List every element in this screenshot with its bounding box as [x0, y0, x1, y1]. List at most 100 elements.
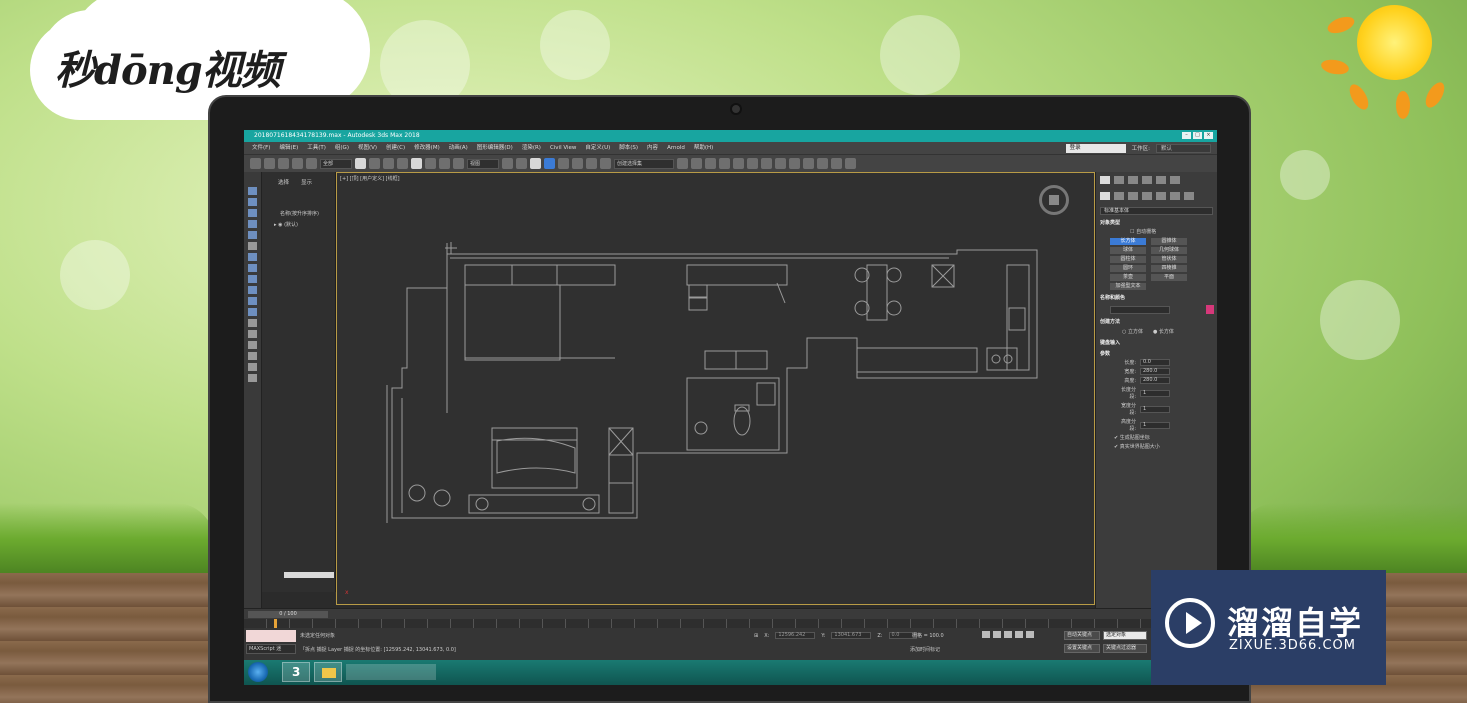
key-filters-button[interactable]: 关键点过滤器 [1103, 644, 1147, 653]
explorer-root-item[interactable]: ▸ ◉ (默认) [262, 217, 335, 228]
hierarchy-tab-icon[interactable] [1128, 176, 1138, 184]
menu-item[interactable]: Civil View [550, 142, 576, 154]
primitive-button[interactable]: 四棱锥 [1151, 265, 1187, 272]
undo-icon[interactable] [250, 158, 261, 169]
select-move-icon[interactable] [411, 158, 422, 169]
maximize-button[interactable]: □ [1193, 132, 1202, 139]
menu-item[interactable]: 编辑(E) [279, 142, 298, 154]
schematic-view-icon[interactable] [747, 158, 758, 169]
menu-item[interactable]: 帮助(H) [694, 142, 713, 154]
shapes-icon[interactable] [1114, 192, 1124, 200]
real-world-checkbox[interactable]: ✔ 真实世界贴图大小 [1114, 443, 1217, 450]
next-frame-icon[interactable] [1015, 631, 1023, 638]
filter-geometry-icon[interactable] [248, 209, 257, 217]
spinner-snap-icon[interactable] [586, 158, 597, 169]
menu-item[interactable]: 视图(V) [358, 142, 377, 154]
object-color-swatch[interactable] [1206, 305, 1214, 314]
geometry-icon[interactable] [1100, 192, 1110, 200]
link-icon[interactable] [278, 158, 289, 169]
taskbar-3dsmax[interactable] [282, 662, 310, 682]
param-spinner[interactable]: 1 [1140, 389, 1170, 397]
menu-item[interactable]: 图形编辑器(D) [477, 142, 513, 154]
auto-key-button[interactable]: 自动关键点 [1064, 631, 1100, 640]
create-tab-icon[interactable] [1100, 176, 1110, 184]
keyboard-shortcut-icon[interactable] [530, 158, 541, 169]
parameters-header[interactable]: 参数 [1100, 350, 1213, 357]
pivot-icon[interactable] [502, 158, 513, 169]
menu-item[interactable]: 自定义(U) [585, 142, 610, 154]
primitive-button[interactable]: 茶壶 [1110, 274, 1146, 281]
primitive-button[interactable]: 平面 [1151, 274, 1187, 281]
coordinate-system-dropdown[interactable]: 视图 [467, 158, 499, 169]
viewport-top[interactable]: [+] [顶] [用户定义] [线框] x [336, 172, 1095, 605]
param-spinner[interactable]: 280.0 [1140, 368, 1170, 375]
param-spinner[interactable]: 1 [1140, 405, 1170, 413]
explorer-scrollbar[interactable] [284, 572, 334, 578]
filter-frozen-icon[interactable] [248, 319, 257, 327]
a360-gallery-icon[interactable] [845, 158, 856, 169]
angle-snap-icon[interactable] [558, 158, 569, 169]
object-name-field[interactable] [1110, 305, 1170, 314]
start-button[interactable] [248, 662, 268, 682]
primitive-button[interactable]: 加强型文本 [1110, 283, 1146, 290]
display-tab-icon[interactable] [1156, 176, 1166, 184]
align-icon[interactable] [691, 158, 702, 169]
primitive-button[interactable]: 管状体 [1151, 256, 1187, 263]
filter-cameras-icon[interactable] [248, 242, 257, 250]
render-setup-icon[interactable] [775, 158, 786, 169]
cameras-icon[interactable] [1142, 192, 1152, 200]
gen-mapping-checkbox[interactable]: ✔ 生成贴图坐标 [1114, 434, 1217, 441]
menu-item[interactable]: 组(G) [335, 142, 349, 154]
primitive-button[interactable]: 圆环 [1110, 265, 1146, 272]
place-icon[interactable] [453, 158, 464, 169]
primitive-button[interactable]: 圆锥体 [1151, 238, 1187, 245]
menu-item[interactable]: 动画(A) [449, 142, 468, 154]
add-time-tag-button[interactable]: 添加时间标记 [910, 646, 940, 653]
workspace-dropdown[interactable]: 默认 [1156, 143, 1211, 153]
y-field[interactable]: 13041.673 [831, 632, 872, 639]
radio-cube[interactable]: ○ 立方体 [1122, 328, 1143, 335]
prev-frame-icon[interactable] [993, 631, 1001, 638]
minimize-button[interactable]: – [1182, 132, 1191, 139]
creation-method-header[interactable]: 创建方法 [1100, 318, 1213, 325]
display-all-icon[interactable] [248, 341, 257, 349]
layer-explorer-icon[interactable] [705, 158, 716, 169]
filter-spacewarps-icon[interactable] [248, 264, 257, 272]
snap-3d-icon[interactable] [544, 158, 555, 169]
maxscript-listener[interactable] [246, 630, 296, 642]
render-iterative-icon[interactable] [817, 158, 828, 169]
menu-item[interactable]: 修改器(M) [414, 142, 440, 154]
maxscript-mini-field[interactable]: MAXScript 迷 [246, 644, 296, 654]
menu-item[interactable]: 文件(F) [252, 142, 270, 154]
time-slider[interactable]: 0 / 100 [248, 611, 328, 618]
menu-item[interactable]: 工具(T) [307, 142, 326, 154]
param-spinner[interactable]: 0.0 [1140, 359, 1170, 366]
lock-icon[interactable]: ⊞ [754, 633, 758, 639]
radio-box[interactable]: ● 长方体 [1153, 328, 1174, 335]
explorer-column-header[interactable]: 名称(按升序排序) [262, 186, 335, 217]
select-tool-icon[interactable] [248, 187, 257, 195]
manipulate-icon[interactable] [516, 158, 527, 169]
selected-objects-dropdown[interactable]: 选定对象 [1103, 631, 1147, 640]
window-crossing-icon[interactable] [397, 158, 408, 169]
menu-item[interactable]: Arnold [667, 142, 685, 154]
filter-lights-icon[interactable] [248, 231, 257, 239]
filter-helpers-icon[interactable] [248, 253, 257, 261]
expand-icon[interactable]: ▸ ◉ [274, 222, 282, 228]
menu-item[interactable]: 创建(C) [386, 142, 405, 154]
primitive-button[interactable]: 球体 [1110, 247, 1146, 254]
render-production-icon[interactable] [803, 158, 814, 169]
primitive-button[interactable]: 几何球体 [1151, 247, 1187, 254]
select-rotate-icon[interactable] [425, 158, 436, 169]
display-tool-icon[interactable] [248, 198, 257, 206]
lights-icon[interactable] [1128, 192, 1138, 200]
percent-snap-icon[interactable] [572, 158, 583, 169]
helpers-icon[interactable] [1156, 192, 1166, 200]
keyboard-entry-header[interactable]: 键盘输入 [1100, 339, 1213, 346]
menu-item[interactable]: 渲染(R) [522, 142, 541, 154]
menu-item[interactable]: 脚本(S) [619, 142, 638, 154]
close-button[interactable]: × [1204, 132, 1213, 139]
rectangle-selection-icon[interactable] [383, 158, 394, 169]
select-by-name-icon[interactable] [369, 158, 380, 169]
layer-icon[interactable] [248, 374, 257, 382]
